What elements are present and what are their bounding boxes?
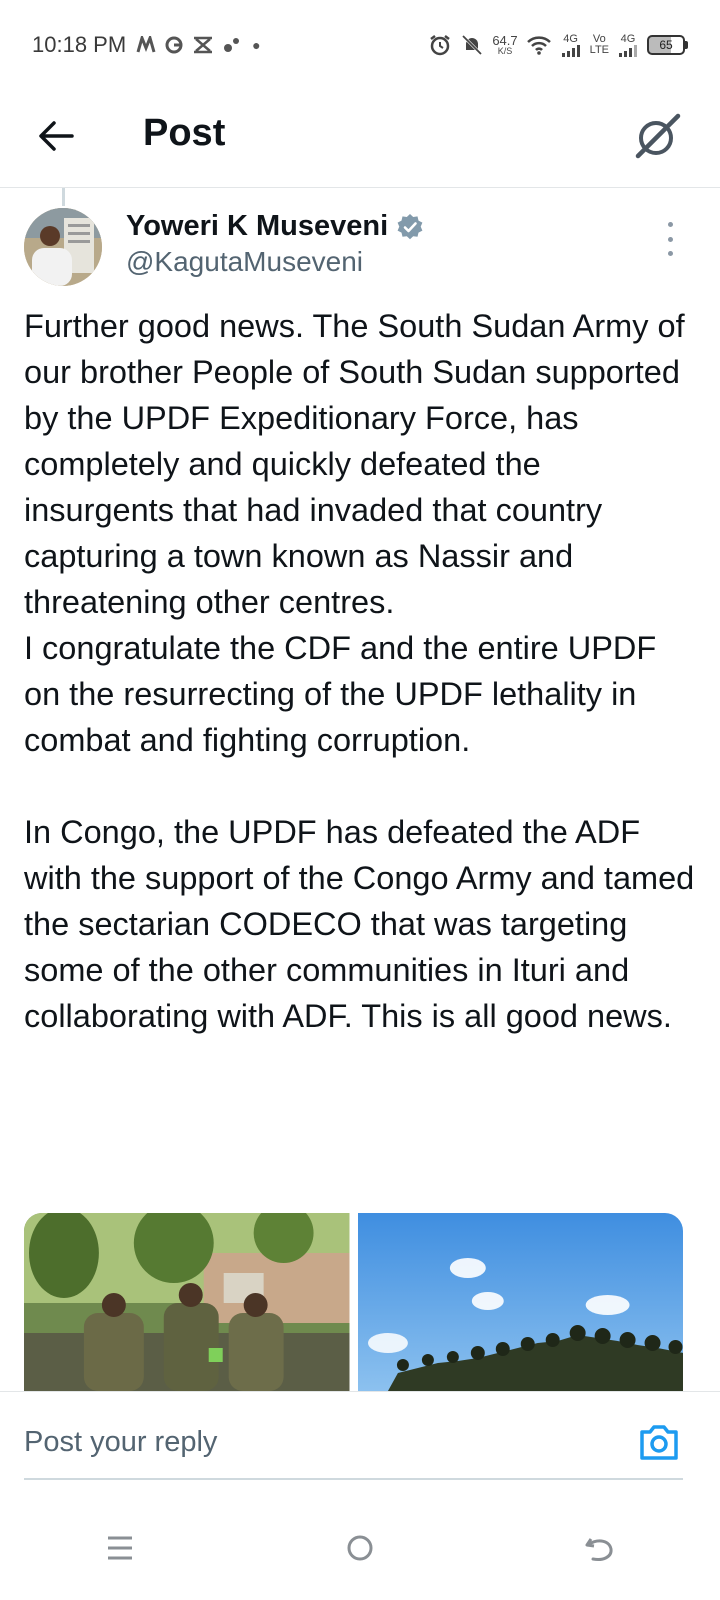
grok-button[interactable] [632,110,684,162]
avatar-image [24,208,102,286]
top-app-bar: Post [0,90,720,188]
speed-unit: K/S [497,46,513,56]
alarm-icon [430,35,451,56]
recent-apps-button[interactable] [90,1518,150,1578]
n-app-icon [136,36,156,53]
avatar[interactable] [24,208,102,286]
system-back-button[interactable] [570,1518,630,1578]
photo-soldiers-parade [357,1213,683,1391]
reply-input[interactable]: Post your reply [24,1426,604,1462]
tweet-media [24,1213,683,1391]
signal-bars-icon [619,44,637,57]
author-handle[interactable]: @KagutaMuseveni [126,246,363,278]
media-image-1[interactable] [24,1213,350,1391]
tweet-paragraph-2: In Congo, the UPDF has defeated the ADF … [24,814,704,1034]
reply-composer: Post your reply [0,1391,720,1496]
system-navigation-bar [0,1496,720,1600]
signal-1-label: 4G [563,32,578,45]
dot-icon: ● [252,37,261,53]
signal-1: 4G [560,32,582,57]
battery-level: 65 [647,35,685,55]
more-options-button[interactable] [658,222,682,256]
g-app-icon [165,36,183,54]
author-name-text: Yoweri K Museveni [126,210,389,242]
volte-bottom: LTE [589,44,609,56]
status-time: 10:18 PM [32,32,127,57]
more-dot-icon [667,251,673,256]
home-circle-icon [347,1535,373,1561]
status-bar: 10:18 PM ● 64.7 K/S 4G Vo LTE 4G 65 [0,0,720,90]
media-image-2[interactable] [357,1213,683,1391]
tweet-paragraph-1: Further good news. The South Sudan Army … [24,308,685,758]
author-name[interactable]: Yoweri K Museveni [126,210,424,243]
photo-soldiers-officers [24,1213,350,1391]
page-title: Post [143,112,226,154]
notification-icons: ● [136,35,261,55]
network-speed: 64.7 K/S [492,34,517,56]
arrow-left-icon [39,121,74,151]
home-button[interactable] [330,1518,390,1578]
mute-bell-icon [462,34,483,56]
tweet-text: Further good news. The South Sudan Army … [24,303,696,1039]
menu-icon [108,1536,132,1560]
thread-connector-line [62,188,65,206]
grok-icon [635,113,681,159]
more-dot-icon [667,222,673,227]
settings-app-icon [224,38,240,52]
verified-badge-icon [397,213,423,239]
camera-button[interactable] [638,1422,680,1462]
battery-indicator: 65 [647,35,688,55]
reply-divider [24,1478,683,1480]
wifi-icon [526,36,551,55]
more-dot-icon [667,236,673,242]
signal-2-label: 4G [620,32,636,45]
camera-icon [640,1425,678,1460]
back-button[interactable] [34,114,78,158]
signal-bars-icon [561,44,580,57]
back-arrow-icon [585,1538,613,1561]
signal-2: 4G [617,32,639,57]
x-app-icon [194,36,213,54]
volte-indicator: Vo LTE [590,34,609,56]
